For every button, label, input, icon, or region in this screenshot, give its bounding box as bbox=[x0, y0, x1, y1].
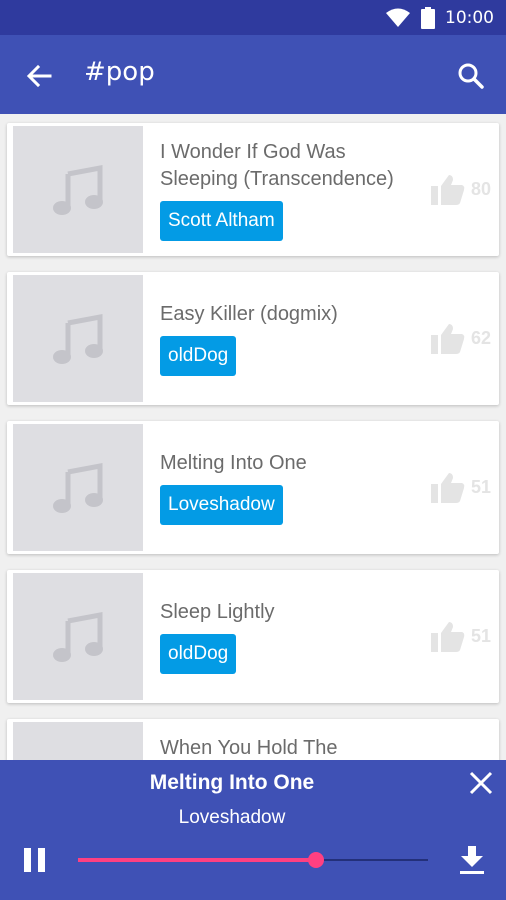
likes[interactable]: 62 bbox=[430, 322, 491, 354]
battery-icon bbox=[421, 6, 435, 29]
track-card[interactable]: Sleep Lightly oldDog 51 bbox=[7, 570, 499, 703]
pause-button[interactable] bbox=[22, 846, 48, 874]
seek-thumb[interactable] bbox=[308, 852, 324, 868]
download-icon bbox=[460, 846, 484, 874]
thumbs-up-icon bbox=[430, 324, 465, 354]
likes[interactable]: 51 bbox=[430, 471, 491, 503]
track-thumbnail bbox=[13, 126, 143, 253]
download-button[interactable] bbox=[458, 844, 486, 876]
track-card[interactable]: When You Hold The bbox=[7, 719, 499, 760]
likes[interactable]: 51 bbox=[430, 620, 491, 652]
thumbs-up-icon bbox=[430, 175, 465, 205]
track-thumbnail bbox=[13, 424, 143, 551]
status-bar: 10:00 bbox=[0, 0, 506, 35]
seek-bar[interactable] bbox=[78, 852, 428, 868]
track-title: Sleep Lightly bbox=[160, 601, 275, 623]
arrow-back-icon bbox=[26, 64, 52, 88]
music-note-icon bbox=[53, 462, 103, 513]
track-card[interactable]: Melting Into One Loveshadow 51 bbox=[7, 421, 499, 554]
thumbs-up-icon bbox=[430, 622, 465, 652]
artist-tag[interactable]: oldDog bbox=[160, 634, 237, 674]
back-button[interactable] bbox=[22, 59, 56, 93]
app-bar: #pop bbox=[0, 35, 506, 114]
music-note-icon bbox=[53, 313, 103, 364]
track-thumbnail bbox=[13, 275, 143, 402]
seek-progress bbox=[78, 858, 316, 862]
track-card[interactable]: Easy Killer (dogmix) oldDog 62 bbox=[7, 272, 499, 405]
music-note-icon bbox=[53, 611, 103, 662]
thumbs-up-icon bbox=[430, 473, 465, 503]
music-note-icon bbox=[53, 164, 103, 215]
track-thumbnail bbox=[13, 722, 143, 760]
now-playing-artist: Loveshadow bbox=[178, 807, 286, 828]
close-player-button[interactable] bbox=[466, 768, 496, 798]
like-count: 51 bbox=[470, 625, 491, 646]
track-title: I Wonder If God Was Sleeping (Transcende… bbox=[160, 141, 394, 190]
like-count: 51 bbox=[470, 476, 491, 497]
track-list[interactable]: I Wonder If God Was Sleeping (Transcende… bbox=[0, 114, 506, 760]
wifi-icon bbox=[386, 8, 410, 27]
like-count: 62 bbox=[470, 327, 491, 348]
like-count: 80 bbox=[470, 178, 491, 199]
close-icon bbox=[469, 771, 493, 795]
track-title: Easy Killer (dogmix) bbox=[160, 303, 338, 325]
artist-tag[interactable]: oldDog bbox=[160, 336, 237, 376]
artist-tag[interactable]: Loveshadow bbox=[160, 485, 283, 525]
track-title: Melting Into One bbox=[160, 452, 307, 474]
search-button[interactable] bbox=[454, 59, 488, 93]
now-playing-title: Melting Into One bbox=[149, 771, 315, 794]
pause-icon bbox=[24, 848, 45, 872]
track-title: When You Hold The bbox=[160, 737, 338, 759]
track-card[interactable]: I Wonder If God Was Sleeping (Transcende… bbox=[7, 123, 499, 256]
now-playing-bar: Melting Into One Loveshadow bbox=[0, 760, 506, 900]
search-icon bbox=[458, 63, 484, 89]
artist-tag[interactable]: Scott Altham bbox=[160, 201, 283, 241]
page-title: #pop bbox=[84, 57, 155, 87]
status-time: 10:00 bbox=[445, 7, 494, 28]
track-thumbnail bbox=[13, 573, 143, 700]
likes[interactable]: 80 bbox=[430, 173, 491, 205]
